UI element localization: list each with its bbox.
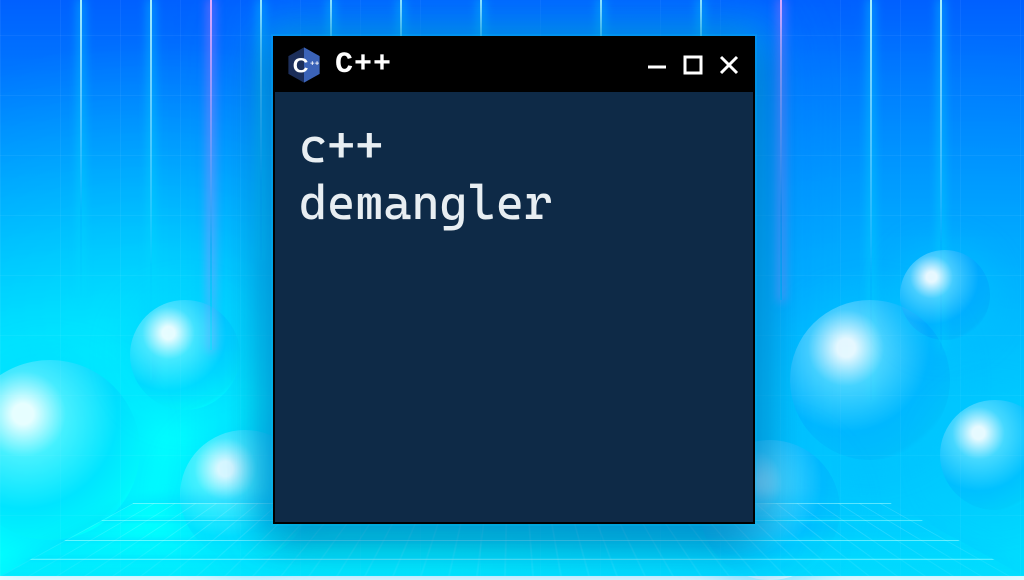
maximize-button[interactable]	[681, 53, 705, 77]
decor-stream	[80, 0, 82, 300]
decor-stream	[260, 0, 262, 260]
window-controls	[645, 53, 741, 77]
decor-stream	[210, 0, 212, 350]
cpp-logo-icon: C + +	[287, 46, 321, 84]
svg-text:+: +	[315, 59, 320, 68]
app-window: C + + C++ c++ demangler	[273, 36, 755, 524]
decor-orb	[900, 250, 990, 340]
svg-text:C: C	[293, 52, 309, 77]
content-line: demangler	[299, 175, 729, 232]
titlebar[interactable]: C + + C++	[275, 38, 753, 92]
svg-text:+: +	[310, 59, 315, 68]
content-line: c++	[299, 118, 729, 175]
close-button[interactable]	[717, 53, 741, 77]
window-title: C++	[335, 48, 392, 82]
decor-orb	[130, 300, 240, 410]
decor-stream	[780, 0, 782, 300]
minimize-button[interactable]	[645, 53, 669, 77]
window-body: c++ demangler	[275, 92, 753, 257]
